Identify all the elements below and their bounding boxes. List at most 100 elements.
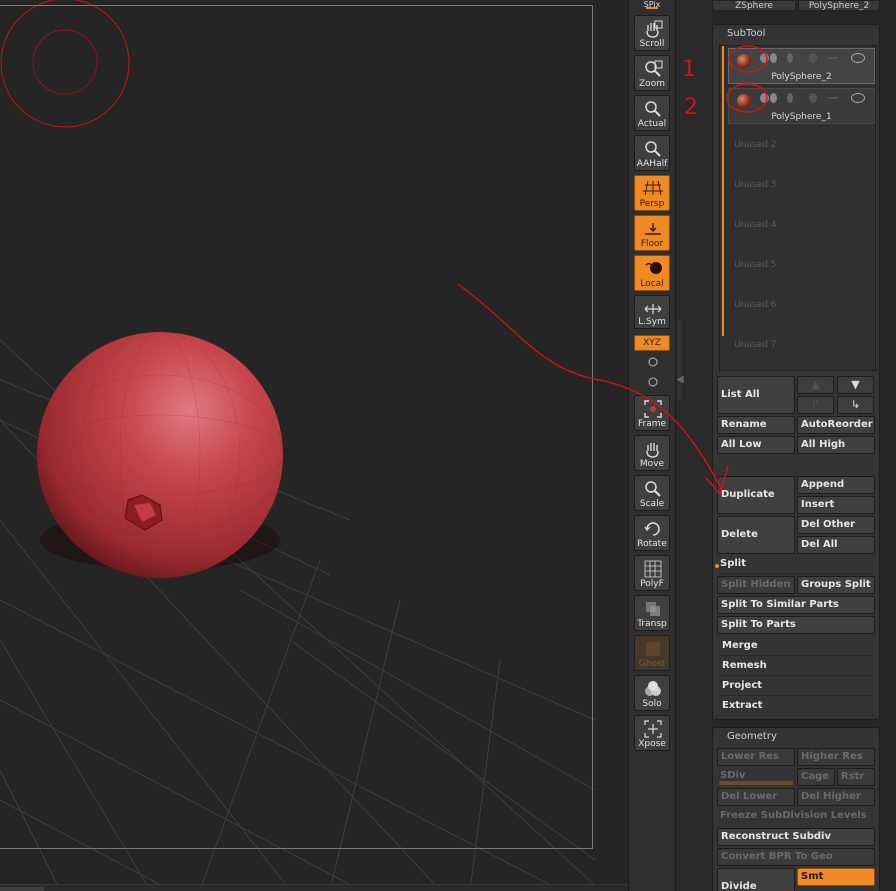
z-rotation-icon[interactable] [647,376,659,388]
delete-button[interactable]: Delete [717,516,795,554]
list-all-button[interactable]: List All [717,376,795,414]
duplicate-button[interactable]: Duplicate [717,476,795,514]
unused-slot[interactable]: Unused 6 [734,300,777,310]
all-low-button[interactable]: All Low [717,436,795,454]
toggle-dot-icon[interactable] [760,93,769,103]
reconstruct-subdiv-button[interactable]: Reconstruct Subdiv [717,828,875,846]
remesh-subpalette-header[interactable]: Remesh [719,658,875,676]
lsym-label: L.Sym [638,317,666,327]
local-button[interactable]: Local [634,255,670,291]
groups-split-button[interactable]: Groups Split [797,576,875,594]
autoreorder-button[interactable]: AutoReorder [797,416,875,434]
append-button[interactable]: Append [797,476,875,494]
canvas-viewport[interactable] [0,0,628,891]
aahalf-button[interactable]: AAHalf [634,135,670,171]
subtool-title[interactable]: SubTool [713,25,879,43]
perspective-grid-icon [643,180,663,196]
local-icon [645,262,662,274]
symmetry-icon [644,304,662,314]
split-to-similar-parts-button[interactable]: Split To Similar Parts [717,596,875,614]
brush-icon[interactable] [828,57,838,59]
xpose-button[interactable]: Xpose [634,715,670,751]
persp-button[interactable]: Persp [634,175,670,211]
toggle-dot-icon[interactable] [770,53,777,63]
tool-chip-polysphere[interactable]: PolySphere_2 [798,0,880,11]
del-higher-button[interactable]: Del Higher [797,788,875,806]
unused-slot[interactable]: Unused 4 [734,220,777,230]
geometry-title[interactable]: Geometry [713,728,879,746]
solo-button[interactable]: Solo [634,675,670,711]
sdiv-slider-track[interactable] [719,781,793,785]
move-button[interactable]: Move [634,435,670,471]
merge-subpalette-header[interactable]: Merge [719,638,875,656]
subtool-name: PolySphere_1 [771,112,832,122]
unused-slot[interactable]: Unused 5 [734,260,777,270]
toggle-dot-icon[interactable] [760,53,769,63]
rename-button[interactable]: Rename [717,416,795,434]
rstr-button[interactable]: Rstr [837,768,875,786]
del-lower-button[interactable]: Del Lower [717,788,795,806]
floor-label: Floor [640,239,664,249]
scale-button[interactable]: Scale [634,475,670,511]
split-subpalette-header[interactable]: Split [717,556,875,574]
divide-button[interactable]: Divide [717,868,795,891]
higher-res-button[interactable]: Higher Res [797,748,875,766]
tool-chip-zsphere[interactable]: ZSphere [712,0,796,11]
collapse-arrow-icon[interactable]: ◀ [676,374,684,385]
lsym-button[interactable]: L.Sym [634,295,670,329]
project-subpalette-header[interactable]: Project [719,678,875,696]
lower-res-button[interactable]: Lower Res [717,748,795,766]
split-to-parts-button[interactable]: Split To Parts [717,616,875,634]
zoom-button[interactable]: Zoom [634,55,670,91]
ghost-label: Ghost [638,659,666,669]
frame-button[interactable]: Frame [634,395,670,431]
floor-button[interactable]: Floor [634,215,670,251]
hand-icon [646,20,663,38]
scroll-button[interactable]: Scroll [634,15,670,51]
subtool-list[interactable]: PolySphere_2 PolySphere_1 Unused 2 Unuse… [719,45,876,371]
unused-slot[interactable]: Unused 2 [734,140,777,150]
spix-label[interactable]: SPix [634,0,670,9]
del-other-button[interactable]: Del Other [797,516,875,534]
move-up-arrow-icon[interactable]: ▲ [797,376,834,394]
hand-icon [646,443,659,458]
move-down-arrow-icon[interactable]: ▼ [837,376,874,394]
rotate-button[interactable]: Rotate [634,515,670,551]
toggle-dot-icon[interactable] [770,93,777,103]
resize-grip[interactable] [678,320,682,400]
y-rotation-icon[interactable] [647,356,659,368]
move-right-arrow-icon[interactable]: ↱ [797,396,834,414]
transp-button[interactable]: Transp [634,595,670,631]
insert-button[interactable]: Insert [797,496,875,514]
convert-bpr-to-geo-button[interactable]: Convert BPR To Geo [717,848,875,866]
freeze-subdivision-levels-button[interactable]: Freeze SubDivision Levels [717,808,875,826]
mask-icon[interactable] [809,53,817,63]
xyz-rotation-button[interactable]: XYZ [634,335,670,351]
del-all-button[interactable]: Del All [797,536,875,554]
unused-slot[interactable]: Unused 7 [734,340,777,350]
geometry-panel: Geometry Lower Res Higher Res SDiv Cage … [712,727,880,891]
aahalf-label: AAHalf [636,159,668,169]
canvas-document-frame [0,5,593,849]
subtool-scrollbar[interactable] [722,46,724,336]
move-down-right-arrow-icon[interactable]: ↳ [837,396,874,414]
cage-button[interactable]: Cage [797,768,835,786]
smt-toggle[interactable]: Smt [797,868,875,886]
unused-slot[interactable]: Unused 3 [734,180,777,190]
polypaint-icon[interactable] [787,93,793,103]
ghost-button[interactable]: Ghost [634,635,670,671]
polyf-button[interactable]: PolyF [634,555,670,591]
extract-subpalette-header[interactable]: Extract [719,698,875,716]
persp-label: Persp [639,199,665,209]
split-hidden-button[interactable]: Split Hidden [717,576,795,594]
actual-button[interactable]: Actual [634,95,670,131]
all-high-button[interactable]: All High [797,436,875,454]
mask-icon[interactable] [809,93,817,103]
subtool-item-polysphere-2[interactable]: PolySphere_2 [728,48,875,84]
eye-icon[interactable] [851,53,865,63]
subtool-item-polysphere-1[interactable]: PolySphere_1 [728,88,875,124]
brush-icon[interactable] [828,97,838,99]
polypaint-icon[interactable] [787,53,793,63]
eye-icon[interactable] [851,93,865,103]
subtool-panel: SubTool PolySphere_2 PolySphere_1 Unused… [712,24,880,720]
